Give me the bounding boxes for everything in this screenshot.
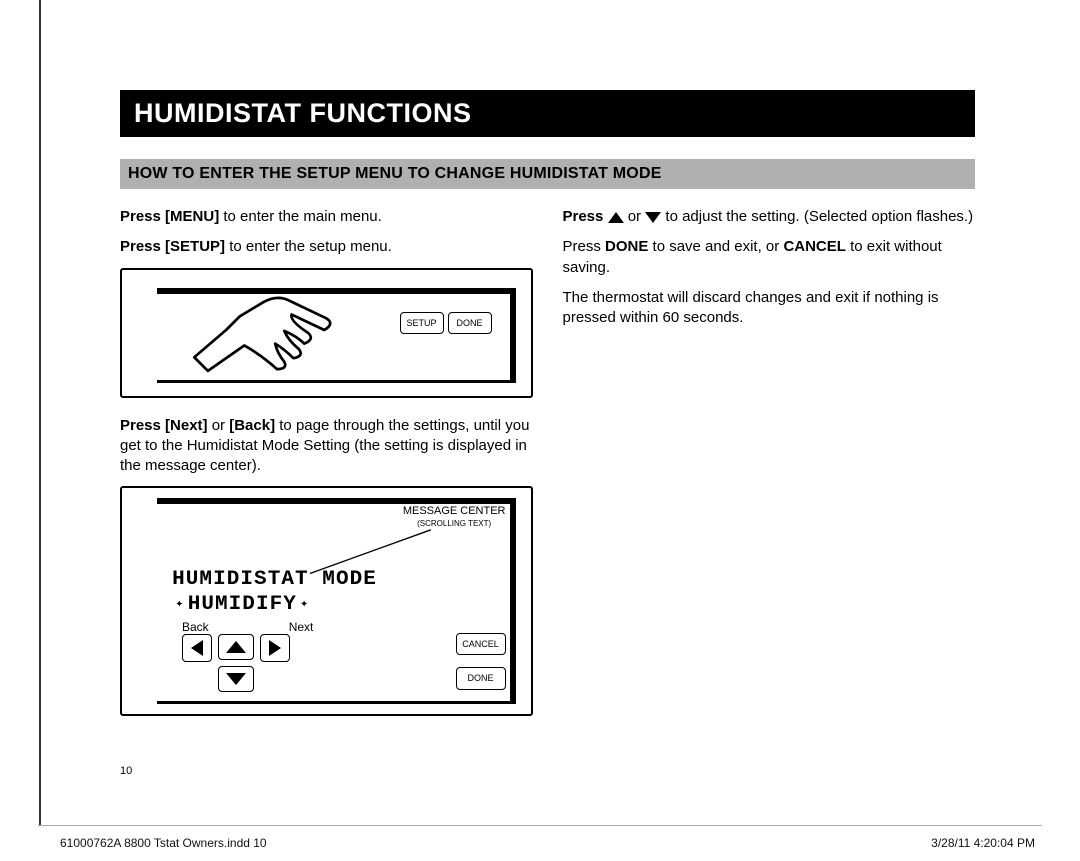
triangle-up-icon [226, 641, 246, 653]
right-column: Press or to adjust the setting. (Selecte… [563, 207, 976, 734]
message-center-label: MESSAGE CENTER (SCROLLING TEXT) [403, 504, 506, 530]
triangle-down-icon [645, 212, 661, 223]
done-button[interactable]: DONE [456, 667, 506, 689]
hand-pointing-icon [182, 280, 352, 380]
bold-text: Press [SETUP] [120, 238, 225, 255]
up-down-stack [218, 634, 254, 692]
triangle-up-icon [608, 212, 624, 223]
up-arrow-button[interactable] [218, 634, 254, 660]
lcd-line-2: ✦ HUMIDIFY ✦ [172, 593, 312, 616]
arrow-button-group [182, 634, 290, 692]
bold-text: CANCEL [783, 238, 846, 255]
triangle-down-icon [226, 673, 246, 685]
next-label: Next [289, 619, 314, 635]
lcd-display: HUMIDISTAT MODE ✦ HUMIDIFY ✦ [172, 568, 377, 616]
done-button[interactable]: DONE [448, 312, 492, 334]
footer-rule [38, 825, 1042, 826]
manual-page: HUMIDISTAT FUNCTIONS HOW TO ENTER THE SE… [0, 0, 1080, 861]
triangle-right-icon [269, 640, 281, 656]
cancel-button[interactable]: CANCEL [456, 633, 506, 655]
back-label: Back [182, 619, 209, 635]
illustration-setup-hand: SETUP DONE [120, 268, 533, 398]
footer-filename: 61000762A 8800 Tstat Owners.indd 10 [60, 836, 267, 850]
device-buttons-row: SETUP DONE [400, 312, 492, 334]
step-done-cancel: Press DONE to save and exit, or CANCEL t… [563, 237, 976, 278]
step-press-arrows: Press or to adjust the setting. (Selecte… [563, 207, 976, 227]
body-text: Press [563, 238, 606, 255]
body-text: or [624, 208, 646, 225]
flash-indicator-icon: ✦ [175, 597, 184, 612]
step-press-menu: Press [MENU] to enter the main menu. [120, 207, 533, 227]
bold-text: Press [563, 208, 608, 225]
section-title: HUMIDISTAT FUNCTIONS [120, 90, 975, 137]
body-text: or [208, 417, 230, 434]
nav-labels: Back Next [182, 619, 313, 635]
illustration-humidistat-mode: MESSAGE CENTER (SCROLLING TEXT) HUMIDIST… [120, 486, 533, 716]
flash-indicator-icon: ✦ [300, 597, 309, 612]
body-text: to enter the setup menu. [225, 238, 392, 255]
footer-timestamp: 3/28/11 4:20:04 PM [931, 836, 1035, 850]
back-arrow-button[interactable] [182, 634, 212, 662]
bold-text: Press [MENU] [120, 208, 219, 225]
bold-text: DONE [605, 238, 648, 255]
step-press-setup: Press [SETUP] to enter the setup menu. [120, 237, 533, 257]
body-text: to adjust the setting. (Selected option … [661, 208, 973, 225]
next-arrow-button[interactable] [260, 634, 290, 662]
bold-text: Press [Next] [120, 417, 208, 434]
two-column-body: Press [MENU] to enter the main menu. Pre… [120, 207, 975, 734]
left-column: Press [MENU] to enter the main menu. Pre… [120, 207, 533, 734]
setup-button[interactable]: SETUP [400, 312, 444, 334]
page-number: 10 [120, 765, 132, 777]
section-subtitle: HOW TO ENTER THE SETUP MENU TO CHANGE HU… [120, 159, 975, 189]
right-button-column: CANCEL DONE [456, 633, 506, 689]
triangle-left-icon [191, 640, 203, 656]
step-timeout-note: The thermostat will discard changes and … [563, 288, 976, 329]
body-text: to enter the main menu. [219, 208, 382, 225]
footer: 61000762A 8800 Tstat Owners.indd 10 3/28… [60, 836, 1035, 850]
lcd-value: HUMIDIFY [188, 593, 297, 616]
lcd-line-1: HUMIDISTAT MODE [172, 568, 377, 591]
step-press-next-back: Press [Next] or [Back] to page through t… [120, 416, 533, 477]
bold-text: [Back] [229, 417, 275, 434]
body-text: to save and exit, or [648, 238, 783, 255]
page-left-rule [39, 0, 41, 825]
down-arrow-button[interactable] [218, 666, 254, 692]
label-text: MESSAGE CENTER [403, 504, 506, 519]
